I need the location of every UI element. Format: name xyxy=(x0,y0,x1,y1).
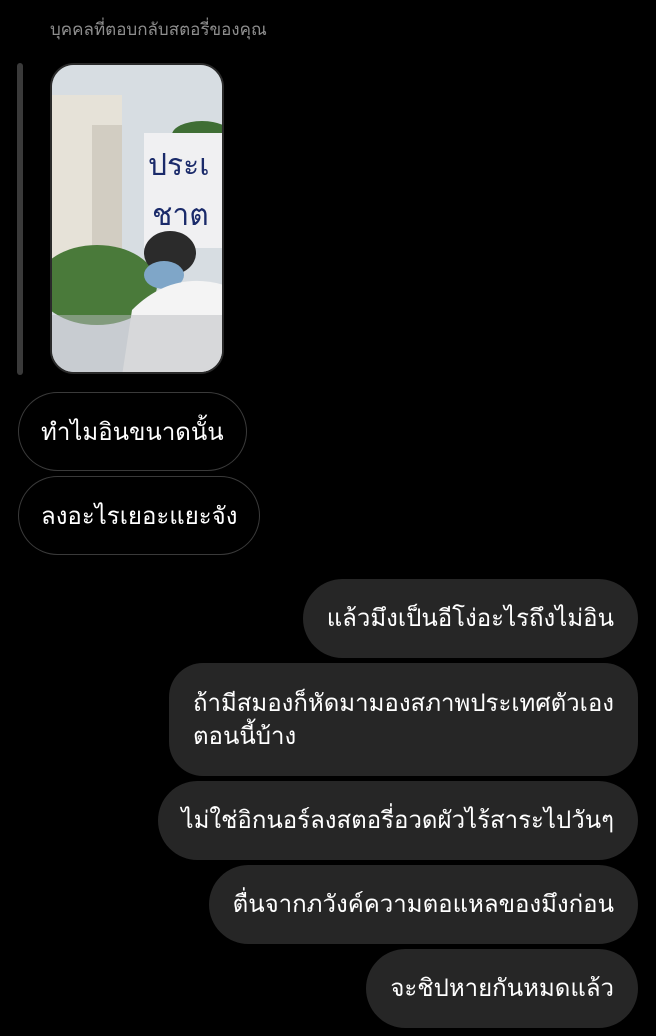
sign-text-1: ประเ xyxy=(148,148,210,183)
outgoing-message-1: แล้วมึงเป็นอีโง่อะไรถึงไม่อิน xyxy=(302,579,638,658)
reply-header: บุคคลที่ตอบกลับสตอรี่ของคุณ xyxy=(50,20,267,40)
outgoing-message-4: ตื่นจากภวังค์ความตอแหลของมึงก่อน xyxy=(208,865,638,944)
story-image: ประเ ชาต xyxy=(52,65,222,372)
outgoing-message-2: ถ้ามีสมองก็หัดมามองสภาพประเทศตัวเอง ตอนน… xyxy=(168,663,638,776)
outgoing-message-3: ไม่ใช่อิกนอร์ลงสตอรี่อวดผัวไร้สาระไปวันๆ xyxy=(157,781,638,860)
outgoing-message-5: จะชิปหายกันหมดแล้ว xyxy=(366,949,638,1028)
incoming-message-1: ทำไมอินขนาดนั้น xyxy=(18,392,247,471)
reply-indicator-bar xyxy=(17,63,23,375)
sign-text-2: ชาต xyxy=(152,198,209,233)
story-thumbnail[interactable]: ประเ ชาต xyxy=(50,63,224,374)
incoming-message-2: ลงอะไรเยอะแยะจัง xyxy=(18,476,261,555)
